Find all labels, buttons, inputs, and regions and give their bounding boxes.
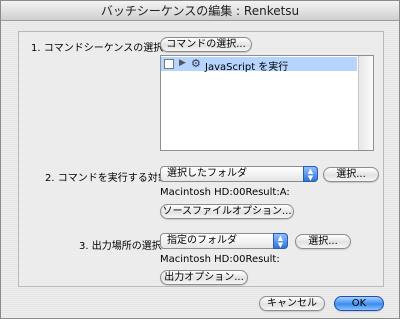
target-popup[interactable]: 選択したフォルダ ▲ ▼ — [160, 166, 318, 182]
choose-output-button[interactable]: 選択... — [295, 234, 351, 249]
command-sequence-list[interactable]: ▶ ⚙ JavaScript を実行 — [160, 55, 374, 151]
item-checkbox[interactable] — [164, 59, 174, 69]
choose-source-button[interactable]: 選択... — [323, 167, 379, 182]
popup-arrows-icon: ▲ ▼ — [273, 233, 288, 249]
list-scrollbar[interactable] — [358, 56, 373, 150]
popup-arrows-icon: ▲ ▼ — [303, 166, 318, 182]
source-options-button[interactable]: ソースファイルオプション... — [160, 204, 294, 219]
choose-command-button[interactable]: コマンドの選択... — [160, 37, 252, 52]
dialog-window: バッチシーケンスの編集 : Renketsu 1. コマンドシーケンスの選択 :… — [0, 0, 400, 319]
ok-button[interactable]: OK — [334, 296, 384, 311]
source-path: Macintosh HD:00Result:A: — [160, 187, 290, 198]
output-popup[interactable]: 指定のフォルダ ▲ ▼ — [160, 233, 288, 249]
section2-label: 2. コマンドを実行する対象 : — [45, 173, 175, 184]
cancel-button[interactable]: キャンセル — [259, 296, 325, 311]
gear-icon: ⚙ — [191, 57, 201, 70]
output-popup-value: 指定のフォルダ — [167, 235, 237, 246]
list-item-label: JavaScript を実行 — [205, 62, 289, 73]
section1-label: 1. コマンドシーケンスの選択 : — [31, 43, 170, 54]
list-item[interactable]: ▶ ⚙ JavaScript を実行 — [161, 57, 357, 73]
target-popup-value: 選択したフォルダ — [167, 168, 247, 179]
output-path: Macintosh HD:00Result: — [160, 254, 280, 265]
disclosure-triangle-icon[interactable]: ▶ — [179, 58, 186, 68]
output-options-button[interactable]: 出力オプション... — [160, 270, 248, 285]
window-title: バッチシーケンスの編集 : Renketsu — [1, 1, 399, 21]
section3-label: 3. 出力場所の選択 : — [79, 241, 169, 252]
